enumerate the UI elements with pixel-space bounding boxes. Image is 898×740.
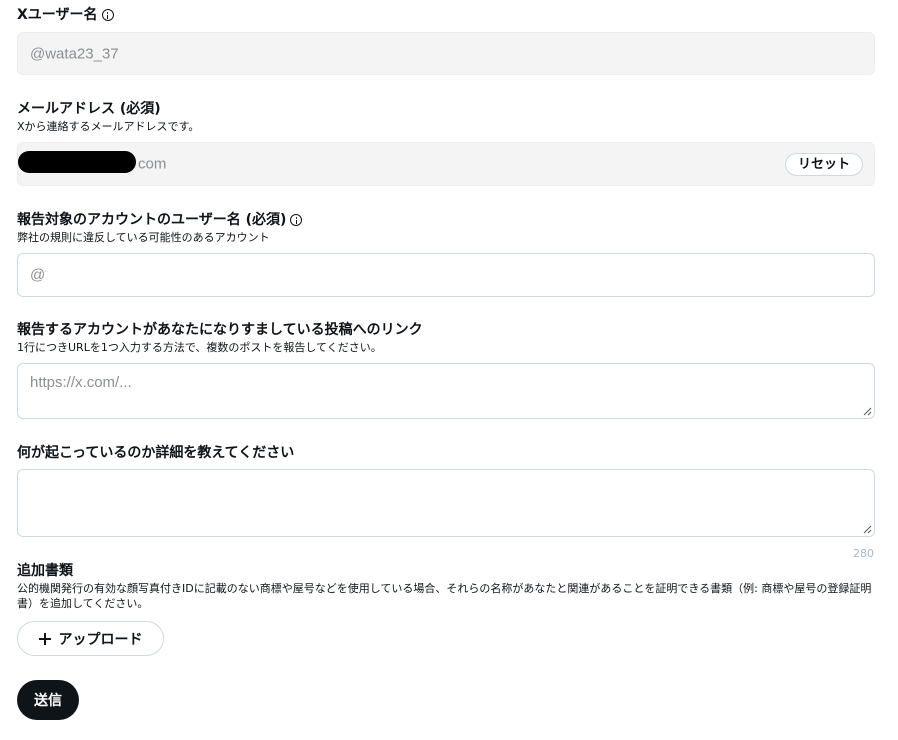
plus-icon [38,632,51,645]
reported-account-label: 報告対象のアカウントのユーザー名 (必須) [17,211,303,229]
username-label-text: Xユーザー名 [17,7,98,23]
submit-button[interactable]: 送信 [17,680,79,720]
character-counter: 280 [853,547,874,560]
email-help: Xから連絡するメールアドレスです。 [17,120,200,133]
upload-button-label: アップロード [58,631,143,648]
redacted-email [18,151,136,173]
impersonating-posts-placeholder: https://x.com/... [30,374,132,391]
email-label-text: メールアドレス (必須) [17,101,161,117]
reported-account-placeholder: @ [30,266,46,284]
impersonating-posts-label: 報告するアカウントがあなたになりすましている投稿へのリンク [17,321,423,339]
email-label: メールアドレス (必須) [17,100,161,118]
reset-button[interactable]: リセット [784,153,863,176]
info-icon[interactable] [290,214,303,226]
username-field: @wata23_37 [17,32,875,75]
impersonating-posts-label-text: 報告するアカウントがあなたになりすましている投稿へのリンク [17,322,423,338]
upload-button[interactable]: アップロード [17,621,164,656]
impersonating-posts-textarea[interactable]: https://x.com/... [17,363,875,419]
details-textarea[interactable] [17,469,875,537]
impersonating-posts-help: 1行につきURLを1つ入力する方法で、複数のポストを報告してください。 [17,341,382,354]
email-field: com リセット [17,142,875,186]
additional-documents-help: 公的機関発行の有効な顔写真付きIDに記載のない商標や屋号などを使用している場合、… [17,582,872,610]
reported-account-input[interactable]: @ [17,253,875,297]
username-value: @wata23_37 [30,45,119,62]
details-label: 何が起こっているのか詳細を教えてください [17,444,294,462]
additional-documents-label-text: 追加書類 [17,563,73,579]
email-value-suffix: com [138,155,167,173]
details-label-text: 何が起こっているのか詳細を教えてください [17,445,295,461]
reported-account-label-text: 報告対象のアカウントのユーザー名 (必須) [17,212,287,228]
additional-documents-label: 追加書類 [17,562,73,580]
resize-grip-icon[interactable] [863,407,872,416]
info-icon[interactable] [101,9,114,21]
reported-account-help: 弊社の規則に違反している可能性のあるアカウント [17,231,270,244]
username-label: Xユーザー名 [17,6,114,24]
resize-grip-icon[interactable] [863,525,872,534]
